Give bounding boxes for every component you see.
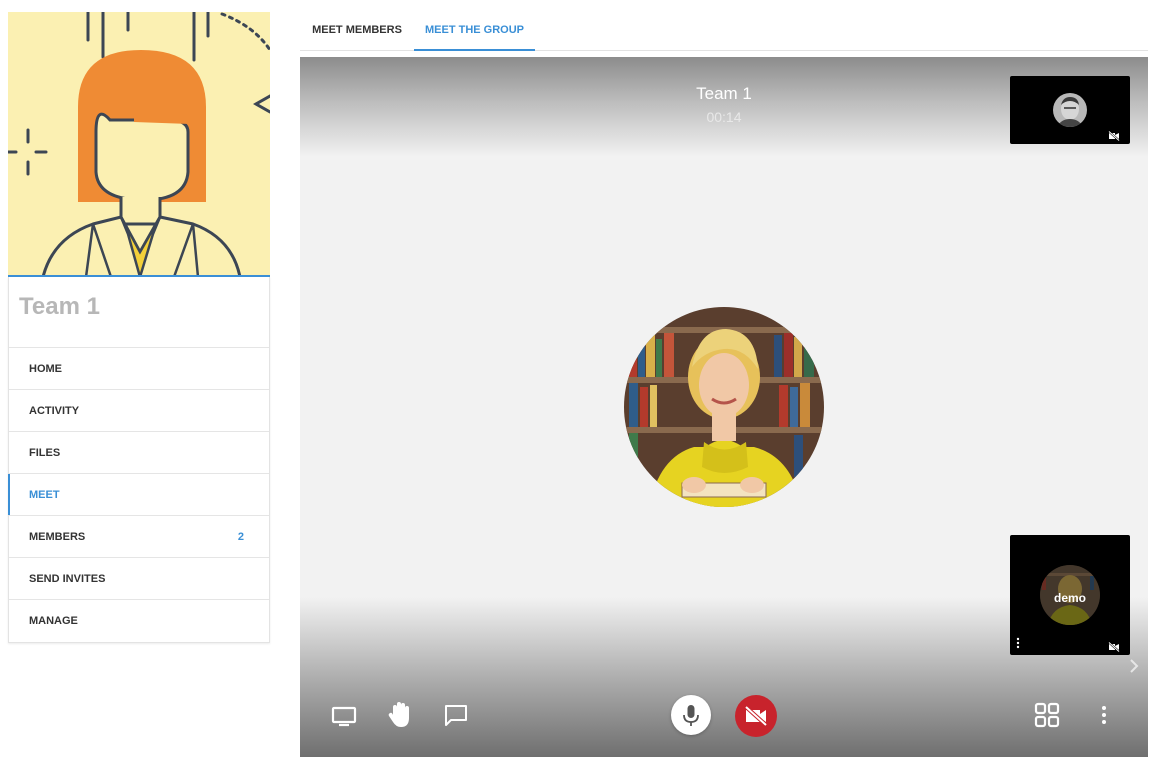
- members-count-badge: 2: [237, 531, 244, 543]
- camera-off-icon: [744, 705, 768, 727]
- sidebar-nav: HOME ACTIVITY FILES MEET MEMBERS 2 SEND I…: [8, 348, 269, 642]
- sidebar-item-label: MEET: [29, 489, 60, 501]
- participant-avatar: [1053, 93, 1087, 127]
- participant-avatar: demo: [1040, 565, 1100, 625]
- camera-off-icon: [1108, 128, 1120, 142]
- app: Team 1 HOME ACTIVITY FILES MEET MEMBERS 2…: [0, 0, 1164, 778]
- sidebar-card: Team 1 HOME ACTIVITY FILES MEET MEMBERS 2…: [8, 277, 270, 643]
- sidebar-item-label: MANAGE: [29, 615, 78, 627]
- participant-thumbnail[interactable]: [1010, 76, 1130, 144]
- participant-thumbnail-demo[interactable]: demo: [1010, 535, 1130, 655]
- sidebar-item-files[interactable]: FILES: [9, 432, 269, 474]
- grid-view-icon[interactable]: [1034, 702, 1060, 728]
- sidebar-item-label: SEND INVITES: [29, 573, 106, 585]
- sidebar-item-label: HOME: [29, 363, 62, 375]
- raise-hand-icon[interactable]: [387, 701, 413, 729]
- sidebar-item-members[interactable]: MEMBERS 2: [9, 516, 269, 558]
- meeting-view: Team 1 00:14 demo: [300, 57, 1148, 757]
- sidebar-item-label: ACTIVITY: [29, 405, 80, 417]
- sidebar-item-send-invites[interactable]: SEND INVITES: [9, 558, 269, 600]
- sidebar-item-meet[interactable]: MEET: [8, 474, 269, 516]
- chevron-right-icon[interactable]: [1128, 658, 1140, 674]
- camera-toggle-button[interactable]: [735, 695, 777, 737]
- team-title: Team 1: [9, 277, 269, 348]
- main-speaker-avatar: [624, 307, 824, 507]
- microphone-button[interactable]: [671, 695, 711, 735]
- sidebar-item-activity[interactable]: ACTIVITY: [9, 390, 269, 432]
- tab-meet-the-group[interactable]: MEET THE GROUP: [414, 12, 535, 51]
- sidebar-item-label: MEMBERS: [29, 531, 86, 543]
- screen-share-icon[interactable]: [331, 703, 357, 729]
- sidebar-item-home[interactable]: HOME: [9, 348, 269, 390]
- sidebar-item-label: FILES: [29, 447, 61, 459]
- tab-meet-members[interactable]: MEET MEMBERS: [300, 12, 414, 51]
- microphone-icon: [683, 705, 699, 726]
- team-cover-image: [8, 12, 270, 277]
- more-vert-icon[interactable]: [1098, 704, 1110, 726]
- sidebar-item-manage[interactable]: MANAGE: [9, 600, 269, 642]
- sidebar: Team 1 HOME ACTIVITY FILES MEET MEMBERS 2…: [8, 12, 270, 643]
- camera-off-icon: [1108, 639, 1120, 653]
- meet-tabs: MEET MEMBERS MEET THE GROUP: [300, 12, 1148, 51]
- participant-more-icon[interactable]: [1016, 636, 1020, 649]
- chat-icon[interactable]: [444, 703, 468, 727]
- participant-name: demo: [1053, 591, 1086, 605]
